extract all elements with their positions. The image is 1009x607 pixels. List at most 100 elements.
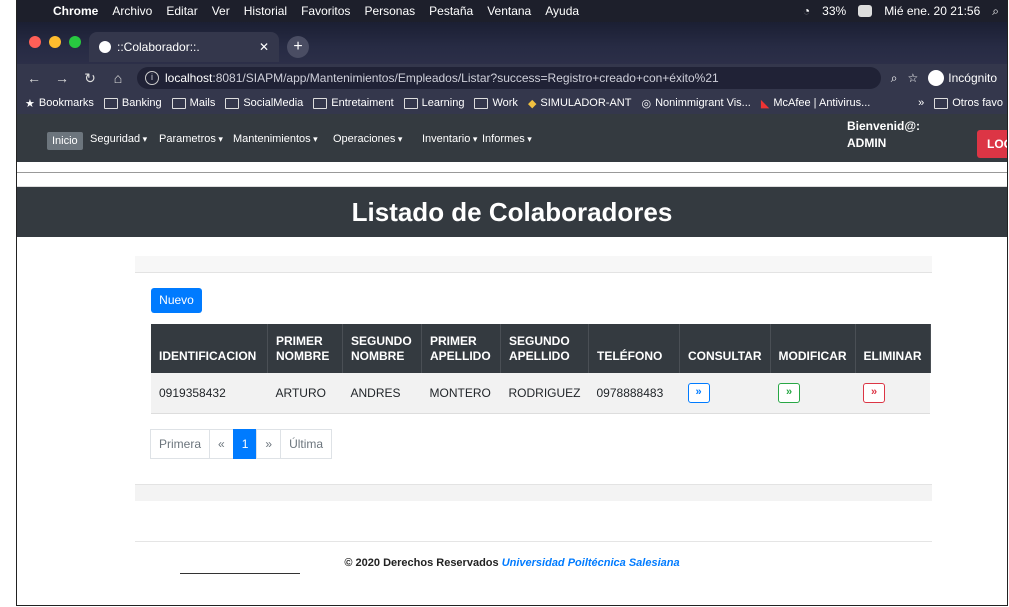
page-prev[interactable]: « xyxy=(209,429,234,459)
menu-ayuda[interactable]: Ayuda xyxy=(545,4,579,18)
bookmark-label: Otros favo xyxy=(952,97,1003,109)
cell-modificar: » xyxy=(770,373,856,414)
cell-primer-apellido: MONTERO xyxy=(421,373,501,414)
bookmark-work[interactable]: Work xyxy=(474,97,518,109)
forward-icon[interactable]: → xyxy=(51,70,73,86)
modificar-button[interactable]: » xyxy=(778,383,801,403)
folder-icon xyxy=(403,97,418,109)
menu-personas[interactable]: Personas xyxy=(364,4,415,18)
nav-seguridad[interactable]: Seguridad xyxy=(85,130,152,148)
logout-button[interactable]: LOG xyxy=(977,130,1007,158)
bookmark-mcafee[interactable]: ◣ McAfee | Antivirus... xyxy=(761,97,870,110)
folder-icon xyxy=(225,97,240,109)
minimize-window-icon[interactable] xyxy=(49,36,61,48)
card-header xyxy=(135,256,932,273)
close-window-icon[interactable] xyxy=(29,36,41,48)
back-icon[interactable]: ← xyxy=(23,70,45,86)
page-last[interactable]: Última xyxy=(280,429,333,459)
menu-archivo[interactable]: Archivo xyxy=(112,4,152,18)
page-current[interactable]: 1 xyxy=(232,429,258,459)
nav-informes[interactable]: Informes xyxy=(477,130,537,148)
window-controls xyxy=(29,36,81,48)
page-next[interactable]: » xyxy=(256,429,282,459)
simulador-icon: ◆ xyxy=(527,97,537,110)
bookmark-simulador-ant[interactable]: ◆ SIMULADOR-ANT xyxy=(528,97,632,110)
nav-inventario[interactable]: Inventario xyxy=(417,130,482,148)
page-first[interactable]: Primera xyxy=(150,429,211,459)
page-footer: © 2020 Derechos Reservados Universidad P… xyxy=(17,557,1007,569)
nav-inicio[interactable]: Inicio xyxy=(47,132,83,150)
cell-segundo-nombre: ANDRES xyxy=(342,373,422,414)
col-primer-nombre[interactable]: PRIMER NOMBRE xyxy=(267,324,343,373)
menubar-status: ◔ 33% Mié ene. 20 21:56 ⌕ xyxy=(803,4,1007,19)
close-tab-icon[interactable]: ✕ xyxy=(259,40,269,54)
bookmark-learning[interactable]: Learning xyxy=(403,97,465,109)
toolbar: ← → ↻ ⌂ i localhost:8081/SIAPM/app/Mante… xyxy=(17,64,1007,92)
pagination: Primera « 1 » Última xyxy=(150,429,333,459)
divider xyxy=(17,172,1007,173)
seal-icon: ◎ xyxy=(641,97,652,110)
bookmark-entretaiment[interactable]: Entretaiment xyxy=(313,97,394,109)
more-bookmarks-button[interactable]: » xyxy=(918,97,924,109)
bookmark-socialmedia[interactable]: SocialMedia xyxy=(225,97,303,109)
bookmark-nonimmigrant[interactable]: ◎ Nonimmigrant Vis... xyxy=(641,97,750,110)
incognito-profile[interactable]: Incógnito xyxy=(928,70,997,86)
zoom-search-icon[interactable]: ⌕ xyxy=(891,71,898,86)
nav-operaciones[interactable]: Operaciones xyxy=(328,130,407,148)
welcome-text: Bienvenid@: ADMIN xyxy=(847,118,920,152)
tab-strip: ::Colaborador::. ✕ + xyxy=(17,22,1007,64)
cell-identificacion: 0919358432 xyxy=(151,373,268,414)
incognito-label: Incógnito xyxy=(948,71,997,85)
col-eliminar[interactable]: ELIMINAR xyxy=(855,324,931,373)
new-button[interactable]: Nuevo xyxy=(151,288,202,313)
page-title: Listado de Colaboradores xyxy=(17,187,1007,237)
nav-mantenimientos[interactable]: Mantenimientos xyxy=(228,130,323,148)
col-modificar[interactable]: MODIFICAR xyxy=(770,324,856,373)
address-bar[interactable]: i localhost:8081/SIAPM/app/Mantenimiento… xyxy=(137,67,881,89)
bookmark-bookmarks[interactable]: ★ Bookmarks xyxy=(25,97,94,110)
nav-parametros[interactable]: Parametros xyxy=(154,130,228,148)
col-primer-apellido[interactable]: PRIMER APELLIDO xyxy=(421,324,501,373)
bookmark-otros[interactable]: Otros favo xyxy=(934,97,1003,109)
menu-pestana[interactable]: Pestaña xyxy=(429,4,473,18)
menu-app[interactable]: Chrome xyxy=(53,4,98,18)
bookmark-star-icon[interactable]: ☆ xyxy=(908,71,919,85)
table-row: 0919358432 ARTURO ANDRES MONTERO RODRIGU… xyxy=(151,373,931,414)
cell-consultar: » xyxy=(679,373,771,414)
bookmark-banking[interactable]: Banking xyxy=(103,97,162,109)
battery-icon[interactable] xyxy=(858,5,873,17)
site-info-icon[interactable]: i xyxy=(145,71,159,85)
app-navbar: Inicio Seguridad Parametros Mantenimient… xyxy=(17,114,1007,162)
consultar-button[interactable]: » xyxy=(687,383,710,403)
col-telefono[interactable]: TELÉFONO xyxy=(588,324,680,373)
url-path: :8081/SIAPM/app/Mantenimientos/Empleados… xyxy=(212,71,719,85)
zoom-window-icon[interactable] xyxy=(69,36,81,48)
col-segundo-apellido[interactable]: SEGUNDO APELLIDO xyxy=(500,324,589,373)
battery-text[interactable]: 33% xyxy=(822,4,846,18)
card-footer xyxy=(135,484,932,501)
menu-favoritos[interactable]: Favoritos xyxy=(301,4,350,18)
home-icon[interactable]: ⌂ xyxy=(107,70,129,86)
menu-ventana[interactable]: Ventana xyxy=(487,4,531,18)
col-identificacion[interactable]: IDENTIFICACION xyxy=(151,324,268,373)
eliminar-button[interactable]: » xyxy=(863,383,886,403)
col-segundo-nombre[interactable]: SEGUNDO NOMBRE xyxy=(342,324,422,373)
cell-primer-nombre: ARTURO xyxy=(267,373,343,414)
folder-icon xyxy=(474,97,489,109)
bookmark-label: SIMULADOR-ANT xyxy=(540,97,632,109)
new-tab-button[interactable]: + xyxy=(287,36,309,58)
menu-historial[interactable]: Historial xyxy=(244,4,287,18)
menu-editar[interactable]: Editar xyxy=(166,4,197,18)
divider xyxy=(135,541,932,542)
bookmark-label: Work xyxy=(492,97,518,109)
bookmark-mails[interactable]: Mails xyxy=(171,97,215,109)
bookmark-label: SocialMedia xyxy=(243,97,304,109)
col-consultar[interactable]: CONSULTAR xyxy=(679,324,771,373)
menu-ver[interactable]: Ver xyxy=(212,4,230,18)
clock[interactable]: Mié ene. 20 21:56 xyxy=(884,4,980,18)
search-icon[interactable]: ⌕ xyxy=(992,4,999,19)
wifi-icon[interactable]: ◔ xyxy=(803,4,810,18)
reload-icon[interactable]: ↻ xyxy=(79,70,101,87)
bookmark-label: Learning xyxy=(421,97,465,109)
tab-colaborador[interactable]: ::Colaborador::. ✕ xyxy=(89,32,279,62)
